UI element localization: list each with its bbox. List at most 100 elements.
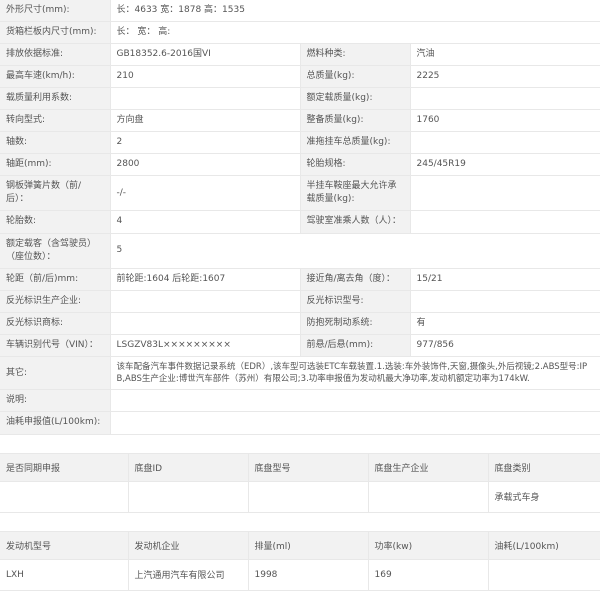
- chassis-table-head: 是否同期申报 底盘ID 底盘型号 底盘生产企业 底盘类别: [0, 452, 600, 482]
- spec-value: 2800: [110, 153, 301, 177]
- spec-label: 说明:: [0, 389, 111, 413]
- spec-notes-value: 该车配备汽车事件数据记录系统（EDR）,该车型可选装ETC车载装置.1.选装:车…: [110, 356, 600, 391]
- engine-column-header: 排量(ml): [248, 530, 369, 560]
- spec-value: [410, 290, 600, 313]
- chassis-column-header: 底盘ID: [128, 452, 249, 482]
- spec-label: 额定载客（含驾驶员）（座位数）：: [0, 233, 111, 269]
- spec-value: [110, 312, 301, 335]
- spec-label: 排放依据标准:: [0, 43, 111, 67]
- table-row: LXH 上汽通用汽车有限公司 1998 169: [0, 559, 600, 591]
- spec-value: [110, 290, 301, 313]
- chassis-cell: [128, 481, 249, 513]
- spec-label: 前悬/后悬(mm):: [300, 334, 411, 357]
- spec-label: 整备质量(kg):: [300, 109, 411, 133]
- spec-row: 排放依据标准: GB18352.6-2016国VI 燃料种类: 汽油: [0, 43, 600, 67]
- chassis-table: 是否同期申报 底盘ID 底盘型号 底盘生产企业 底盘类别 承载式车身: [0, 452, 600, 513]
- spec-value: 前轮距:1604 后轮距:1607: [110, 268, 301, 291]
- section-divider-engine: [0, 512, 600, 531]
- spec-value: 210: [110, 65, 301, 89]
- spec-value: 977/856: [410, 334, 600, 357]
- spec-label: 防抱死制动系统:: [300, 312, 411, 335]
- spec-label: 反光标识商标:: [0, 312, 111, 335]
- spec-value: 245/45R19: [410, 153, 600, 177]
- engine-cell: [488, 559, 600, 591]
- spec-label: 额定载质量(kg):: [300, 87, 411, 111]
- section-divider-chassis: [0, 434, 600, 453]
- spec-label: 轮距（前/后)mm:: [0, 268, 111, 291]
- spec-label: 反光标识生产企业:: [0, 290, 111, 313]
- spec-value: GB18352.6-2016国VI: [110, 43, 301, 67]
- engine-column-header: 发动机企业: [128, 530, 249, 560]
- spec-row: 额定载客（含驾驶员）（座位数）： 5: [0, 233, 600, 269]
- spec-row: 最高车速(km/h): 210 总质量(kg): 2225: [0, 65, 600, 89]
- spec-value: 2225: [410, 65, 600, 89]
- engine-table-body: LXH 上汽通用汽车有限公司 1998 169: [0, 559, 600, 591]
- spec-row: 轴距(mm): 2800 轮胎规格: 245/45R19: [0, 153, 600, 177]
- spec-row: 载质量利用系数: 额定载质量(kg):: [0, 87, 600, 111]
- spec-row: 货箱栏板内尺寸(mm): 长： 宽： 高:: [0, 21, 600, 45]
- spec-row: 外形尺寸(mm): 长：4633 宽：1878 高：1535: [0, 0, 600, 23]
- spec-value: [410, 175, 600, 212]
- spec-value: 4: [110, 210, 301, 234]
- engine-cell: 1998: [248, 559, 369, 591]
- spec-label: 其它:: [0, 356, 111, 391]
- spec-row: 转向型式: 方向盘 整备质量(kg): 1760: [0, 109, 600, 133]
- table-row: 承载式车身: [0, 481, 600, 513]
- spec-value: 1760: [410, 109, 600, 133]
- engine-column-header: 油耗(L/100km): [488, 530, 600, 560]
- spec-label: 准拖挂车总质量(kg):: [300, 131, 411, 155]
- chassis-column-header: 底盘生产企业: [368, 452, 489, 482]
- spec-row: 轴数: 2 准拖挂车总质量(kg):: [0, 131, 600, 155]
- spec-label: 轴数:: [0, 131, 111, 155]
- spec-row: 油耗申报值(L/100km):: [0, 411, 600, 435]
- spec-value: [110, 411, 600, 435]
- spec-row: 反光标识商标: 防抱死制动系统: 有: [0, 312, 600, 335]
- spec-label: 车辆识别代号（VIN）：: [0, 334, 111, 357]
- spec-label: 接近角/离去角（度）：: [300, 268, 411, 291]
- chassis-cell: [248, 481, 369, 513]
- spec-value: 2: [110, 131, 301, 155]
- engine-column-header: 功率(kw): [368, 530, 489, 560]
- spec-label: 转向型式:: [0, 109, 111, 133]
- spec-row: 轮胎数: 4 驾驶室准乘人数（人）：: [0, 210, 600, 234]
- spec-value: 有: [410, 312, 600, 335]
- spec-value: [410, 210, 600, 234]
- spec-label: 最高车速(km/h):: [0, 65, 111, 89]
- spec-row: 其它: 该车配备汽车事件数据记录系统（EDR）,该车型可选装ETC车载装置.1.选…: [0, 356, 600, 391]
- spec-label: 轴距(mm):: [0, 153, 111, 177]
- spec-value: LSGZV83L×××××××××: [110, 334, 301, 357]
- spec-value: -/-: [110, 175, 301, 212]
- spec-value: 5: [110, 233, 600, 269]
- spec-value: [110, 389, 600, 413]
- spec-row: 轮距（前/后)mm: 前轮距:1604 后轮距:1607 接近角/离去角（度）： 15…: [0, 268, 600, 291]
- spec-value: 长：4633 宽：1878 高：1535: [110, 0, 600, 23]
- chassis-cell: [368, 481, 489, 513]
- spec-label: 油耗申报值(L/100km):: [0, 411, 111, 435]
- spec-value: 15/21: [410, 268, 600, 291]
- spec-value: [110, 87, 301, 111]
- spec-label: 总质量(kg):: [300, 65, 411, 89]
- chassis-header-row: 是否同期申报 底盘ID 底盘型号 底盘生产企业 底盘类别: [0, 452, 600, 482]
- spec-row: 车辆识别代号（VIN）： LSGZV83L××××××××× 前悬/后悬(mm): 9…: [0, 334, 600, 357]
- spec-label: 轮胎规格:: [300, 153, 411, 177]
- spec-row: 说明:: [0, 389, 600, 413]
- spec-label: 外形尺寸(mm):: [0, 0, 111, 23]
- engine-table-head: 发动机型号 发动机企业 排量(ml) 功率(kw) 油耗(L/100km): [0, 530, 600, 560]
- spec-label: 燃料种类:: [300, 43, 411, 67]
- chassis-column-header: 底盘型号: [248, 452, 369, 482]
- spec-label: 货箱栏板内尺寸(mm):: [0, 21, 111, 45]
- chassis-cell: 承载式车身: [488, 481, 600, 513]
- spec-value: [410, 131, 600, 155]
- spec-label: 半挂车鞍座最大允许承载质量(kg):: [300, 175, 411, 212]
- engine-cell: LXH: [0, 559, 129, 591]
- chassis-column-header: 底盘类别: [488, 452, 600, 482]
- spec-value: [410, 87, 600, 111]
- engine-column-header: 发动机型号: [0, 530, 129, 560]
- engine-cell: 169: [368, 559, 489, 591]
- spec-value: 方向盘: [110, 109, 301, 133]
- spec-label: 钢板弹簧片数（前/后）：: [0, 175, 111, 212]
- spec-row: 反光标识生产企业: 反光标识型号:: [0, 290, 600, 313]
- spec-label: 载质量利用系数:: [0, 87, 111, 111]
- vehicle-spec-table: 外形尺寸(mm): 长：4633 宽：1878 高：1535 货箱栏板内尺寸(mm)…: [0, 0, 600, 435]
- spec-value: 长： 宽： 高:: [110, 21, 600, 45]
